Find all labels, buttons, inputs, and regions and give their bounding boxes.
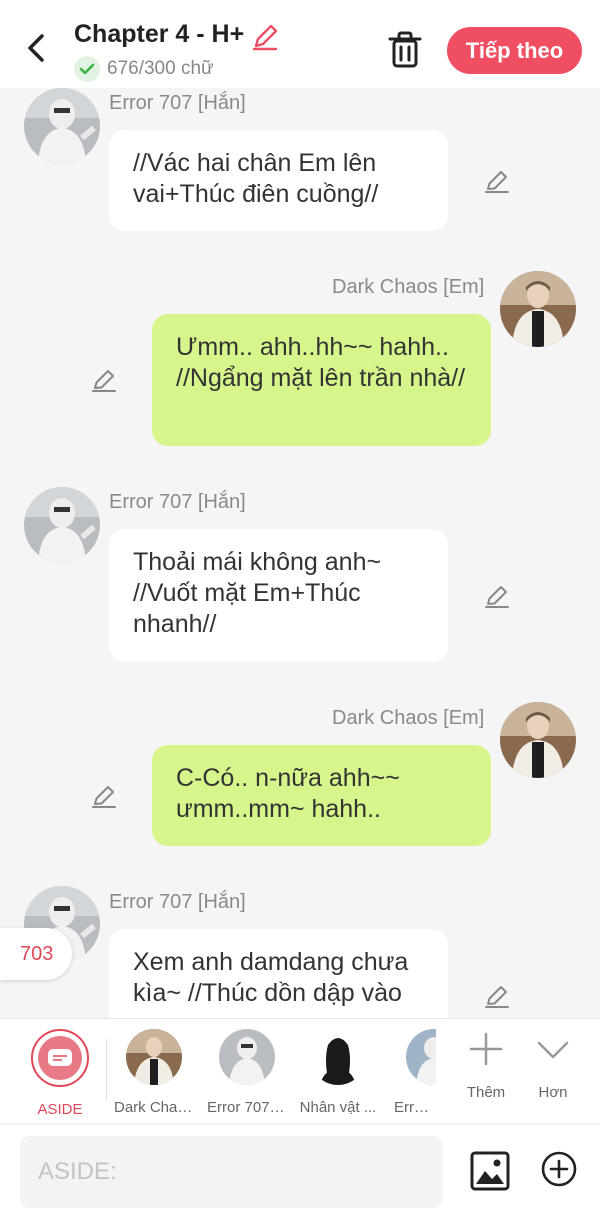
- character-name: Nhân vật ...: [299, 1099, 377, 1116]
- character-dark-chaos[interactable]: Dark Chao...: [114, 1029, 194, 1116]
- add-character-button[interactable]: Thêm: [456, 1029, 516, 1101]
- avatar[interactable]: [500, 271, 576, 347]
- plus-icon: [469, 1032, 503, 1066]
- avatar[interactable]: [24, 487, 100, 563]
- message-bubble[interactable]: Xem anh damdang chưa kìa~ //Thúc dồn dập…: [109, 929, 448, 1018]
- more-button[interactable]: Hơn: [523, 1029, 583, 1101]
- chat-bubble-icon: [48, 1049, 72, 1066]
- character-bar: ASIDE Dark Chao... Error 707 [... Nhân v…: [0, 1018, 600, 1123]
- message-bubble[interactable]: C-Có.. n-nữa ahh~~ ưmm..mm~ hahh..: [152, 745, 491, 846]
- sender-name: Error 707 [Hắn]: [109, 92, 246, 114]
- character-name: ASIDE: [37, 1101, 83, 1118]
- character-error-707[interactable]: Error 707 [...: [207, 1029, 287, 1116]
- image-icon[interactable]: [470, 1151, 510, 1191]
- aside-avatar: [31, 1029, 89, 1087]
- avatar: [219, 1029, 275, 1085]
- edit-message-icon[interactable]: [483, 167, 511, 195]
- avatar: [406, 1029, 436, 1085]
- message-input[interactable]: [20, 1136, 443, 1208]
- edit-message-icon[interactable]: [90, 366, 118, 394]
- chat-area[interactable]: Error 707 [Hắn] //Vác hai chân Em lên va…: [0, 88, 600, 1018]
- sender-name: Error 707 [Hắn]: [109, 891, 246, 913]
- divider: [106, 1039, 107, 1099]
- edit-message-icon[interactable]: [483, 982, 511, 1010]
- next-button[interactable]: Tiếp theo: [447, 27, 582, 74]
- avatar: [126, 1029, 182, 1085]
- edit-message-icon[interactable]: [483, 582, 511, 610]
- character-name: Dark Chao...: [114, 1099, 194, 1116]
- add-label: Thêm: [466, 1084, 506, 1101]
- message-count-badge[interactable]: 703: [0, 928, 72, 980]
- word-count: 676/300 chữ: [107, 58, 214, 79]
- sender-name: Error 707 [Hắn]: [109, 491, 246, 513]
- character-name: Error 5: [394, 1099, 436, 1116]
- avatar[interactable]: [500, 702, 576, 778]
- edit-message-icon[interactable]: [90, 782, 118, 810]
- add-circle-icon[interactable]: [541, 1151, 577, 1187]
- sender-name: Dark Chaos [Em]: [332, 707, 485, 729]
- silhouette-avatar: [310, 1029, 366, 1085]
- trash-icon[interactable]: [386, 30, 424, 70]
- message-bubble[interactable]: //Vác hai chân Em lên vai+Thúc điên cuồn…: [109, 130, 448, 231]
- check-icon: [74, 56, 100, 82]
- edit-title-icon[interactable]: [250, 22, 280, 52]
- back-arrow-icon[interactable]: [22, 28, 54, 68]
- more-label: Hơn: [538, 1084, 568, 1101]
- character-name: Error 707 [...: [207, 1099, 287, 1116]
- input-bar: [0, 1124, 600, 1217]
- character-aside[interactable]: ASIDE: [20, 1029, 100, 1118]
- message-bubble[interactable]: Ưmm.. ahh..hh~~ hahh.. //Ngẩng mặt lên t…: [152, 314, 491, 446]
- character-error-5[interactable]: Error 5: [390, 1029, 436, 1116]
- chevron-down-icon: [537, 1041, 569, 1059]
- character-unnamed[interactable]: Nhân vật ...: [298, 1029, 378, 1116]
- message-bubble[interactable]: Thoải mái không anh~ //Vuốt mặt Em+Thúc …: [109, 529, 448, 662]
- sender-name: Dark Chaos [Em]: [332, 276, 485, 298]
- avatar[interactable]: [24, 88, 100, 164]
- top-bar: Chapter 4 - H+ 676/300 chữ Tiếp theo: [0, 0, 600, 88]
- chapter-title: Chapter 4 - H+: [74, 20, 245, 48]
